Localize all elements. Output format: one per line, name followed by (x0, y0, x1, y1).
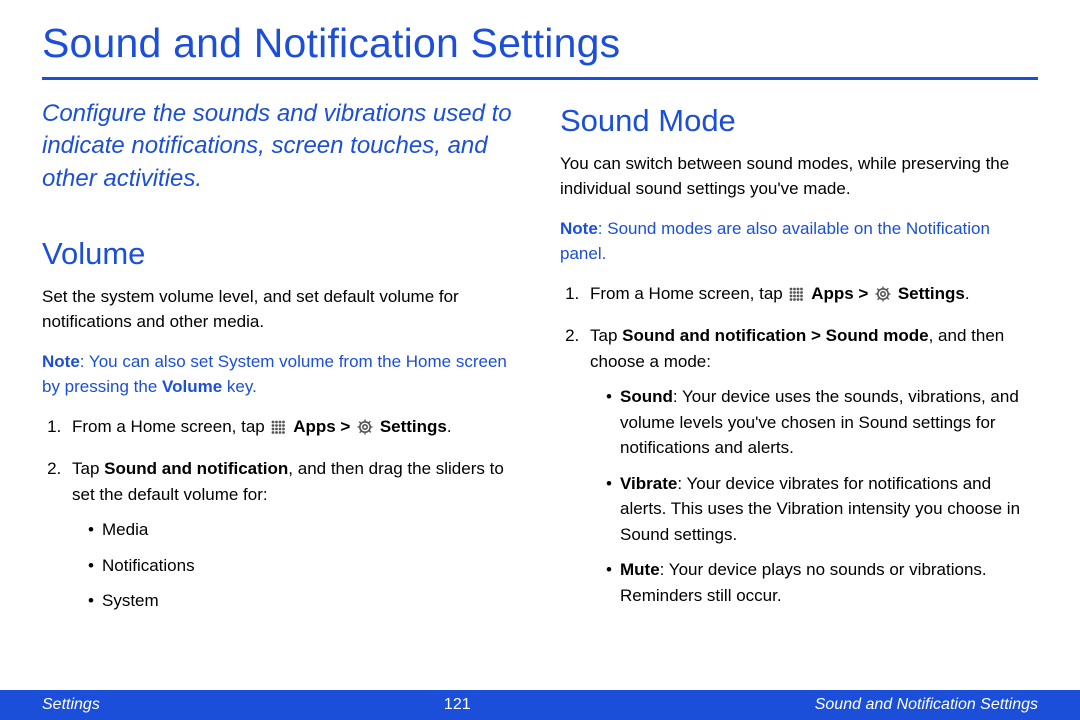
apps-link: Apps > (811, 284, 873, 303)
list-item: Media (88, 517, 520, 543)
list-item: Notifications (88, 553, 520, 579)
step-text-post: . (447, 417, 452, 436)
mode-label: Vibrate (620, 474, 677, 493)
list-item: Mute: Your device plays no sounds or vib… (606, 557, 1038, 608)
mode-text: : Your device plays no sounds or vibrati… (620, 560, 987, 605)
list-item: Sound: Your device uses the sounds, vibr… (606, 384, 1038, 461)
apps-link: Apps > (293, 417, 355, 436)
settings-link: Settings (380, 417, 447, 436)
page-footer: Settings 121 Sound and Notification Sett… (0, 690, 1080, 720)
gear-icon (875, 284, 891, 310)
mode-label: Sound (620, 387, 673, 406)
step-text-post: . (965, 284, 970, 303)
volume-step-1: From a Home screen, tap Apps > Settings. (66, 414, 520, 443)
step-text-pre: From a Home screen, tap (590, 284, 787, 303)
list-item: Vibrate: Your device vibrates for notifi… (606, 471, 1038, 548)
step-text-pre: Tap (72, 459, 104, 478)
step-bold: Sound and notification (104, 459, 288, 478)
document-page: Sound and Notification Settings Configur… (0, 0, 1080, 720)
list-item: System (88, 588, 520, 614)
sound-mode-steps: From a Home screen, tap Apps > Settings.… (560, 281, 1038, 609)
note-label: Note (560, 219, 598, 238)
note-text: : Sound modes are also available on the … (560, 219, 990, 264)
sound-mode-heading: Sound Mode (560, 98, 1038, 145)
mode-label: Mute (620, 560, 660, 579)
apps-grid-icon (789, 284, 804, 310)
volume-step-2: Tap Sound and notification, and then dra… (66, 456, 520, 614)
footer-section: Settings (42, 696, 100, 714)
left-column: Configure the sounds and vibrations used… (42, 98, 520, 628)
sound-mode-step-1: From a Home screen, tap Apps > Settings. (584, 281, 1038, 310)
settings-link: Settings (898, 284, 965, 303)
mode-text: : Your device vibrates for notifications… (620, 474, 1020, 544)
page-title: Sound and Notification Settings (42, 20, 1038, 67)
note-text-post: key. (222, 377, 257, 396)
sound-mode-note: Note: Sound modes are also available on … (560, 216, 1038, 267)
intro-paragraph: Configure the sounds and vibrations used… (42, 98, 520, 195)
sound-mode-description: You can switch between sound modes, whil… (560, 151, 1038, 202)
step-bold: Sound and notification > Sound mode (622, 326, 928, 345)
volume-description: Set the system volume level, and set def… (42, 284, 520, 335)
two-column-layout: Configure the sounds and vibrations used… (42, 98, 1038, 628)
sound-mode-step-2: Tap Sound and notification > Sound mode,… (584, 323, 1038, 608)
note-label: Note (42, 352, 80, 371)
footer-title: Sound and Notification Settings (815, 696, 1038, 714)
step-text-pre: From a Home screen, tap (72, 417, 269, 436)
note-bold-key: Volume (162, 377, 222, 396)
step-text-pre: Tap (590, 326, 622, 345)
gear-icon (357, 417, 373, 443)
volume-heading: Volume (42, 231, 520, 278)
volume-steps: From a Home screen, tap Apps > Settings.… (42, 414, 520, 614)
title-rule (42, 77, 1038, 80)
volume-note: Note: You can also set System volume fro… (42, 349, 520, 400)
volume-sliders-list: Media Notifications System (72, 517, 520, 614)
right-column: Sound Mode You can switch between sound … (560, 98, 1038, 628)
mode-text: : Your device uses the sounds, vibration… (620, 387, 1019, 457)
apps-grid-icon (271, 417, 286, 443)
sound-modes-list: Sound: Your device uses the sounds, vibr… (590, 384, 1038, 608)
footer-page-number: 121 (444, 696, 471, 714)
note-text-pre: : You can also set System volume from th… (42, 352, 507, 397)
